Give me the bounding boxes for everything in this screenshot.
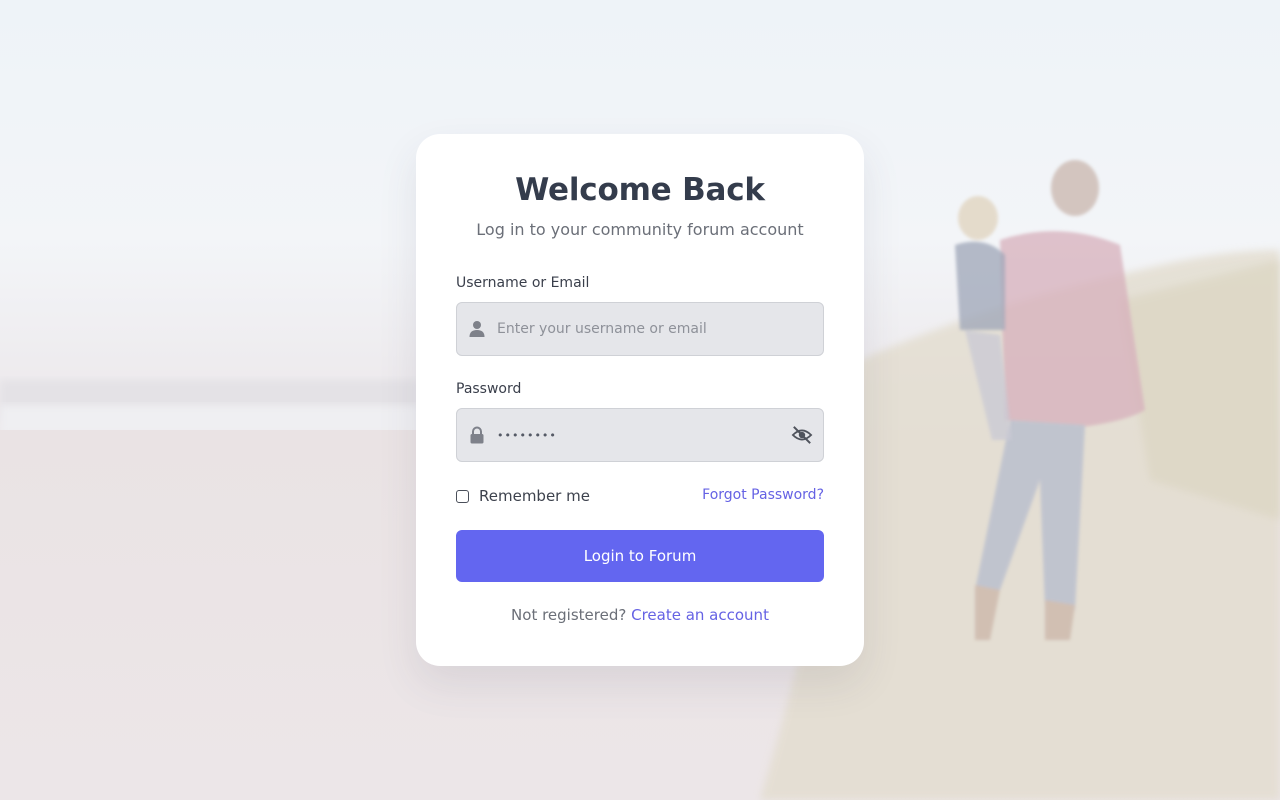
password-field[interactable] bbox=[456, 408, 824, 462]
username-field[interactable] bbox=[456, 302, 824, 356]
password-input[interactable] bbox=[497, 409, 787, 461]
page-subtitle: Log in to your community forum account bbox=[476, 220, 804, 239]
username-label: Username or Email bbox=[456, 275, 590, 291]
remember-me-checkbox[interactable] bbox=[456, 489, 469, 503]
login-button[interactable]: Login to Forum bbox=[456, 530, 824, 582]
user-icon bbox=[469, 321, 485, 337]
remember-me-label: Remember me bbox=[479, 487, 590, 505]
eye-off-icon[interactable] bbox=[791, 425, 813, 445]
password-label: Password bbox=[456, 381, 522, 397]
remember-me-toggle[interactable]: Remember me bbox=[456, 487, 590, 505]
login-card: Welcome Back Log in to your community fo… bbox=[416, 134, 864, 666]
register-prompt-text: Not registered? bbox=[511, 606, 627, 624]
page-title: Welcome Back bbox=[515, 172, 765, 208]
create-account-link[interactable]: Create an account bbox=[631, 606, 769, 624]
forgot-password-link[interactable]: Forgot Password? bbox=[702, 487, 824, 503]
username-input[interactable] bbox=[497, 303, 787, 355]
lock-icon bbox=[470, 426, 484, 444]
register-prompt: Not registered? Create an account bbox=[416, 606, 864, 624]
